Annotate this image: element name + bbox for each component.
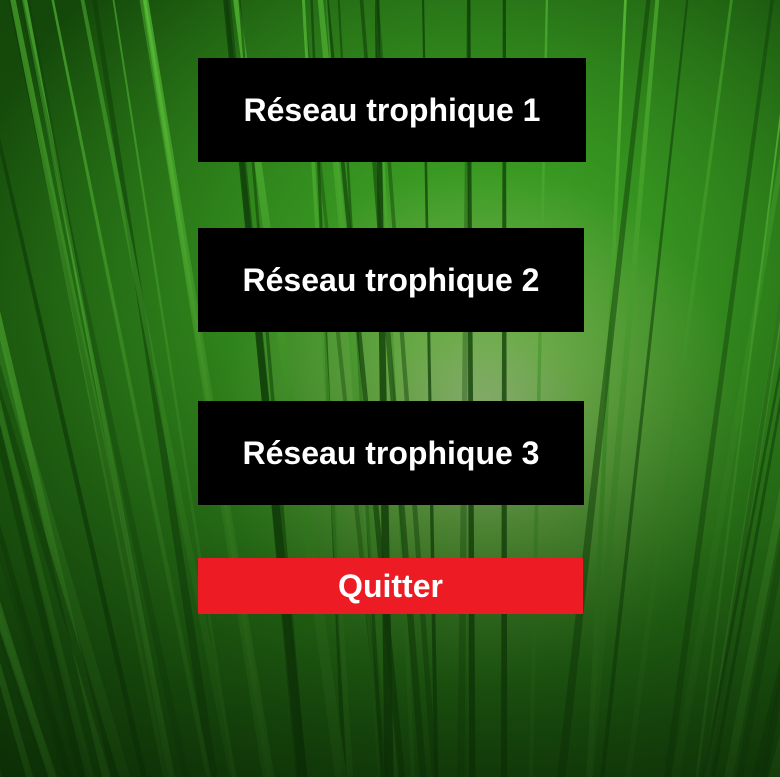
quit-button[interactable]: Quitter <box>198 558 583 614</box>
food-web-3-button[interactable]: Réseau trophique 3 <box>198 401 584 505</box>
food-web-2-button[interactable]: Réseau trophique 2 <box>198 228 584 332</box>
food-web-1-button[interactable]: Réseau trophique 1 <box>198 58 586 162</box>
